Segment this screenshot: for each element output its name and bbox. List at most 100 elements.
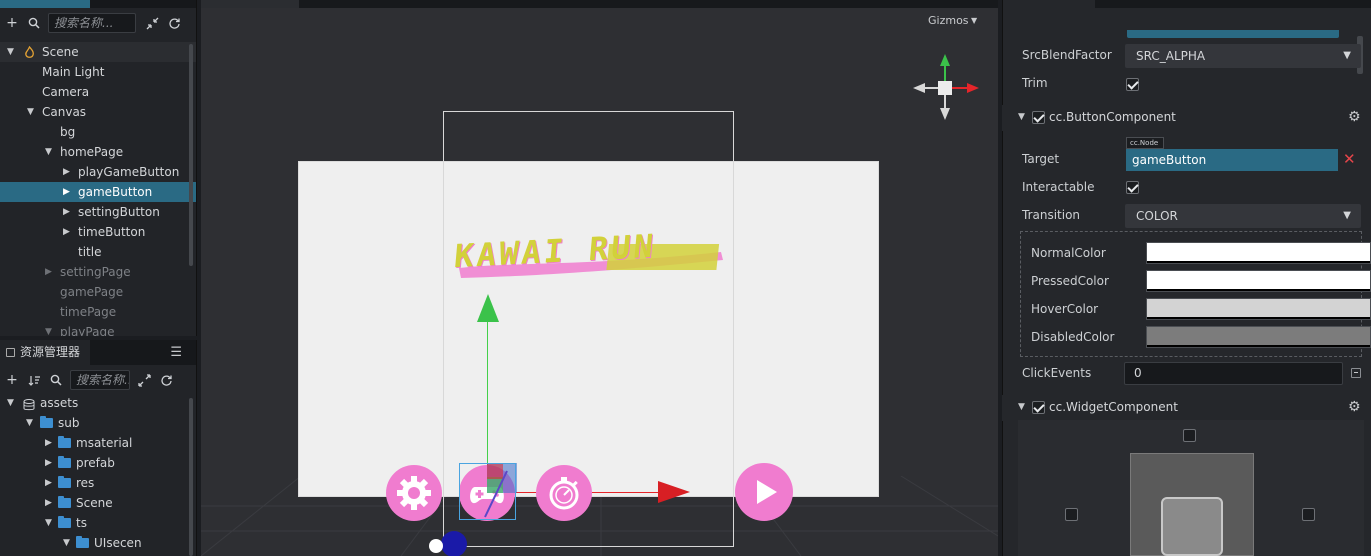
collapse-arrow-icon[interactable]: ▶ [63, 162, 70, 182]
target-type-tag: cc.Node [1126, 137, 1164, 149]
tree-item-timebutton[interactable]: ▶ timeButton [0, 222, 196, 242]
tree-item-settingpage[interactable]: ▶ settingPage [0, 262, 196, 282]
asset-item-sub[interactable]: ▼ sub [0, 413, 196, 433]
selection-rect[interactable] [459, 463, 516, 520]
clear-target-icon[interactable]: ✕ [1343, 150, 1356, 168]
tree-item-gamepage[interactable]: gamePage [0, 282, 196, 302]
tree-item-playgamebutton[interactable]: ▶ playGameButton [0, 162, 196, 182]
hierarchy-scrollbar[interactable] [189, 44, 193, 266]
menu-icon[interactable]: ☰ [170, 345, 182, 360]
target-label: Target [1022, 152, 1060, 166]
refresh-icon[interactable] [158, 372, 174, 388]
tree-item-settingbutton[interactable]: ▶ settingButton [0, 202, 196, 222]
align-left-checkbox[interactable] [1065, 508, 1078, 521]
y-arrow-icon[interactable] [477, 294, 499, 322]
asset-item-assets[interactable]: ▼ assets [0, 393, 196, 413]
asset-item-ts[interactable]: ▼ ts [0, 513, 196, 533]
gizmos-dropdown[interactable]: Gizmos [928, 14, 969, 27]
tree-item-label: timePage [60, 305, 117, 319]
expand-arrow-icon[interactable]: ▼ [45, 513, 52, 533]
button-component-header[interactable]: ▼ cc.ButtonComponent ⚙ [1002, 105, 1371, 131]
transition-select[interactable]: COLOR ▼ [1125, 204, 1361, 228]
tree-item-label: gameButton [78, 185, 153, 199]
align-top-checkbox[interactable] [1183, 429, 1196, 442]
tree-item-label: ts [76, 516, 87, 530]
expand-arrow-icon[interactable]: ▼ [63, 533, 70, 549]
folder-icon [58, 496, 71, 508]
setting-button[interactable] [386, 465, 442, 521]
expand-arrow-icon[interactable]: ▼ [1018, 402, 1025, 412]
align-right-checkbox[interactable] [1302, 508, 1315, 521]
tree-item-playpage[interactable]: ▼ playPage [0, 322, 196, 336]
refresh-icon[interactable] [166, 15, 182, 31]
hover-color-swatch[interactable] [1146, 298, 1371, 320]
transition-colors-group: NormalColor PressedColor HoverColor Disa… [1020, 231, 1371, 357]
assets-search-input[interactable]: 搜索名称... [70, 370, 130, 390]
tree-item-scene[interactable]: ▼ Scene [0, 42, 196, 62]
assets-scrollbar[interactable] [189, 398, 193, 556]
gear-icon[interactable]: ⚙ [1348, 399, 1361, 415]
play-game-button[interactable] [735, 463, 793, 521]
disabled-color-swatch[interactable] [1146, 326, 1371, 348]
collapse-arrow-icon[interactable]: ▶ [63, 222, 70, 242]
expand-arrow-icon[interactable]: ▼ [45, 142, 52, 162]
collapse-icon[interactable] [144, 15, 160, 31]
target-field[interactable]: gameButton [1126, 149, 1338, 171]
orientation-gizmo[interactable] [909, 52, 981, 124]
trim-checkbox[interactable] [1126, 78, 1139, 91]
button-component-enabled-checkbox[interactable] [1032, 111, 1045, 124]
expand-arrow-icon[interactable]: ▼ [26, 413, 33, 433]
asset-item-scene[interactable]: ▶ Scene [0, 493, 196, 513]
collapse-arrow-icon[interactable]: ▶ [63, 202, 70, 222]
scene-view[interactable]: Gizmos ▼ KAWAI RUN [201, 0, 998, 556]
src-blend-select[interactable]: SRC_ALPHA ▼ [1125, 44, 1361, 68]
tree-item-timepage[interactable]: timePage [0, 302, 196, 322]
assets-tree: ▼ assets ▼ sub ▶ msaterial ▶ prefab ▶ res ▶ S… [0, 393, 196, 549]
expand-arrow-icon[interactable]: ▼ [45, 322, 52, 336]
add-icon[interactable]: + [4, 372, 20, 388]
collapse-list-icon[interactable] [1351, 368, 1361, 378]
widget-component-enabled-checkbox[interactable] [1032, 401, 1045, 414]
expand-icon[interactable] [136, 372, 152, 388]
collapse-arrow-icon[interactable]: ▶ [63, 182, 70, 202]
sort-icon[interactable] [26, 372, 42, 388]
add-icon[interactable]: + [4, 15, 20, 31]
expand-arrow-icon[interactable]: ▼ [27, 102, 34, 122]
normal-color-swatch[interactable] [1146, 242, 1371, 264]
tree-item-main-light[interactable]: Main Light [0, 62, 196, 82]
tree-item-gamebutton[interactable]: ▶ gameButton [0, 182, 196, 202]
expand-arrow-icon[interactable]: ▼ [7, 42, 14, 62]
collapse-arrow-icon[interactable]: ▶ [45, 493, 52, 513]
expand-arrow-icon[interactable]: ▼ [7, 393, 14, 413]
tree-item-label: settingPage [60, 265, 131, 279]
hierarchy-search-input[interactable]: 搜索名称... [48, 13, 136, 33]
tree-item-camera[interactable]: Camera [0, 82, 196, 102]
chevron-down-icon[interactable]: ▼ [971, 16, 977, 25]
hierarchy-tab[interactable] [0, 0, 90, 8]
tree-item-bg[interactable]: bg [0, 122, 196, 142]
scene-tab[interactable] [201, 0, 299, 8]
collapse-arrow-icon[interactable]: ▶ [45, 453, 52, 473]
button-component-title: cc.ButtonComponent [1049, 110, 1176, 124]
expand-arrow-icon[interactable]: ▼ [1018, 112, 1025, 122]
collapse-arrow-icon[interactable]: ▶ [45, 433, 52, 453]
widget-component-header[interactable]: ▼ cc.WidgetComponent ⚙ [1002, 395, 1371, 421]
collapse-arrow-icon[interactable]: ▶ [45, 473, 52, 493]
asset-item-res[interactable]: ▶ res [0, 473, 196, 493]
inspector-tab[interactable] [1003, 0, 1095, 8]
interactable-checkbox[interactable] [1126, 181, 1139, 194]
collapse-arrow-icon[interactable]: ▶ [45, 262, 52, 282]
x-arrow-icon[interactable] [658, 481, 690, 503]
tree-item-canvas[interactable]: ▼ Canvas [0, 102, 196, 122]
tree-item-homepage[interactable]: ▼ homePage [0, 142, 196, 162]
asset-item-prefab[interactable]: ▶ prefab [0, 453, 196, 473]
tree-item-title[interactable]: title [0, 242, 196, 262]
asset-item-uisecen[interactable]: ▼ UIsecen [0, 533, 196, 549]
click-events-input[interactable]: 0 [1124, 362, 1343, 385]
pressed-color-swatch[interactable] [1146, 270, 1371, 292]
assets-tab[interactable]: 资源管理器 [0, 340, 90, 365]
gear-icon[interactable]: ⚙ [1348, 109, 1361, 125]
time-button[interactable] [536, 465, 592, 521]
asset-item-msaterial[interactable]: ▶ msaterial [0, 433, 196, 453]
hover-color-label: HoverColor [1031, 302, 1099, 316]
